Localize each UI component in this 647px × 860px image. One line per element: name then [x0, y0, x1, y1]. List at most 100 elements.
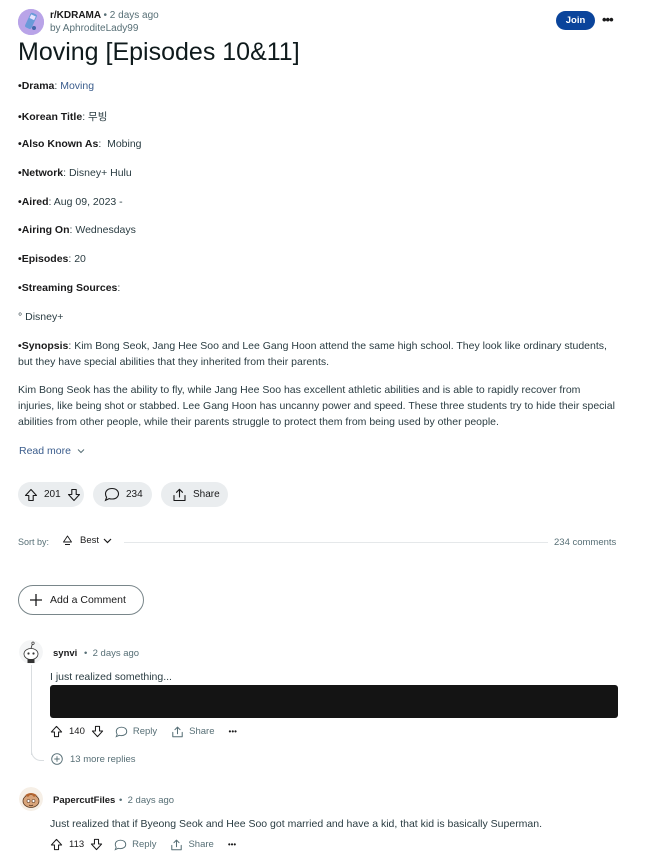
- sort-value: Best: [80, 535, 100, 546]
- synopsis-text: : Kim Bong Seok, Jang Hee Soo and Lee Ga…: [18, 340, 607, 368]
- share-button[interactable]: Share: [161, 482, 228, 507]
- snoo-avatar-icon: [19, 640, 43, 664]
- more-replies-button[interactable]: 13 more replies: [51, 753, 135, 765]
- share-icon: [172, 726, 183, 737]
- share-label: Share: [193, 489, 220, 500]
- upvote-icon: [24, 488, 38, 501]
- field-value: 20: [74, 253, 86, 265]
- comment-more-button[interactable]: •••: [229, 727, 237, 736]
- plus-icon: [30, 594, 42, 606]
- comment-time: 2 days ago: [92, 648, 140, 659]
- comment-reply-button[interactable]: Reply: [114, 839, 156, 851]
- comment-username[interactable]: synvi: [53, 648, 77, 659]
- snoo-avatar-icon: [19, 787, 43, 811]
- avatar[interactable]: [19, 640, 43, 664]
- comment-time: 2 days ago: [127, 795, 175, 806]
- field-aka: •Also Known As: Mobing: [18, 138, 142, 150]
- chevron-down-icon: [77, 449, 85, 454]
- chevron-down-icon: [103, 538, 112, 543]
- field-label: Streaming Sources: [21, 282, 118, 294]
- field-value: Mobing: [107, 138, 142, 150]
- reply-label: Reply: [132, 839, 157, 850]
- synopsis: •Synopsis: Kim Bong Seok, Jang Hee Soo a…: [18, 340, 607, 368]
- field-sep: :: [98, 138, 108, 150]
- downvote-icon: [91, 725, 103, 738]
- field-label: Airing On: [21, 224, 70, 236]
- field-drama: •Drama: Moving: [18, 80, 94, 92]
- vote-pill: 201: [18, 482, 84, 507]
- comments-button[interactable]: 234: [93, 482, 152, 507]
- comment-upvote-button[interactable]: [50, 725, 63, 738]
- sort-dropdown[interactable]: Best: [62, 535, 112, 546]
- field-sep: :: [117, 282, 121, 294]
- spoiler-block[interactable]: [50, 685, 618, 718]
- plus-circle-icon: [51, 753, 63, 765]
- subreddit-name[interactable]: r/KDRAMA: [50, 10, 101, 21]
- comment-reply-button[interactable]: Reply: [115, 726, 157, 738]
- add-comment-label: Add a Comment: [50, 594, 126, 606]
- comment-meta: • 2 days ago: [119, 795, 175, 806]
- reply-icon: [115, 726, 128, 738]
- total-comments: 234 comments: [554, 537, 617, 548]
- subreddit-logo-icon: [18, 9, 44, 35]
- comment-more-button[interactable]: •••: [228, 840, 236, 849]
- field-value-link[interactable]: Moving: [60, 80, 94, 92]
- read-more-label: Read more: [19, 445, 71, 457]
- comment-downvote-button[interactable]: [90, 838, 103, 851]
- field-airing-on: •Airing On: Wednesdays: [18, 224, 136, 236]
- comment-share-button[interactable]: Share: [171, 726, 215, 738]
- add-comment-button[interactable]: Add a Comment: [18, 585, 144, 615]
- field-value: Aug 09, 2023 -: [53, 196, 123, 208]
- field-label: Episodes: [21, 253, 69, 265]
- field-label: Drama: [21, 80, 55, 92]
- comment-username[interactable]: PapercutFiles: [53, 795, 115, 806]
- more-replies-label: 13 more replies: [70, 753, 136, 765]
- comment-share-button[interactable]: Share: [170, 839, 214, 851]
- join-button[interactable]: Join: [556, 11, 595, 30]
- field-streaming: •Streaming Sources:: [18, 282, 120, 294]
- post-paragraph: Kim Bong Seok has the ability to fly, wh…: [18, 384, 615, 428]
- upvote-button[interactable]: [24, 488, 38, 502]
- sort-icon: [63, 535, 72, 545]
- field-episodes: •Episodes: 20: [18, 253, 86, 265]
- thread-connector: [31, 748, 44, 761]
- avatar[interactable]: [19, 787, 43, 811]
- upvote-icon: [50, 725, 63, 738]
- thread-line: [31, 665, 32, 755]
- comment-score: 113: [69, 839, 85, 850]
- share-label: Share: [188, 839, 214, 850]
- sort-divider: [124, 542, 548, 543]
- downvote-icon: [91, 838, 103, 851]
- comment-text: Just realized that if Byeong Seok and He…: [50, 818, 543, 830]
- synopsis-label: Synopsis: [21, 340, 69, 352]
- post-time: • 2 days ago: [103, 10, 159, 21]
- field-network: •Network: Disney+ Hulu: [18, 167, 132, 179]
- field-label: Aired: [21, 196, 49, 208]
- post-title: Moving [Episodes 10&11]: [18, 38, 300, 66]
- subreddit-avatar[interactable]: [18, 9, 44, 35]
- post-author[interactable]: by AphroditeLady99: [50, 23, 138, 34]
- more-icon: •••: [228, 727, 237, 736]
- share-icon: [171, 839, 183, 850]
- streaming-item: ° Disney+: [18, 311, 64, 323]
- upvote-icon: [50, 838, 63, 851]
- comment-downvote-button[interactable]: [91, 725, 104, 738]
- read-more-link[interactable]: Read more: [19, 445, 85, 457]
- comment-score: 140: [69, 726, 85, 737]
- field-label: Also Known As: [21, 138, 99, 150]
- field-label: Network: [21, 167, 64, 179]
- comment-upvote-button[interactable]: [50, 838, 63, 851]
- field-aired: •Aired: Aug 09, 2023 -: [18, 196, 123, 208]
- downvote-icon: [67, 488, 80, 501]
- subreddit-line: r/KDRAMA • 2 days ago: [50, 10, 159, 21]
- comment-meta: • 2 days ago: [84, 648, 140, 659]
- field-label: Korean Title: [21, 111, 83, 123]
- downvote-button[interactable]: [67, 488, 81, 502]
- comment-actions: 113 Reply Share •••: [50, 838, 236, 851]
- comment-actions: 140 Reply Share •••: [50, 725, 237, 738]
- post-more-button[interactable]: •••: [602, 12, 614, 27]
- more-icon: •••: [602, 12, 614, 27]
- field-korean-title: •Korean Title: 무빙: [18, 109, 107, 124]
- comment-icon: [104, 487, 120, 502]
- comment-text: I just realized something...: [50, 671, 172, 683]
